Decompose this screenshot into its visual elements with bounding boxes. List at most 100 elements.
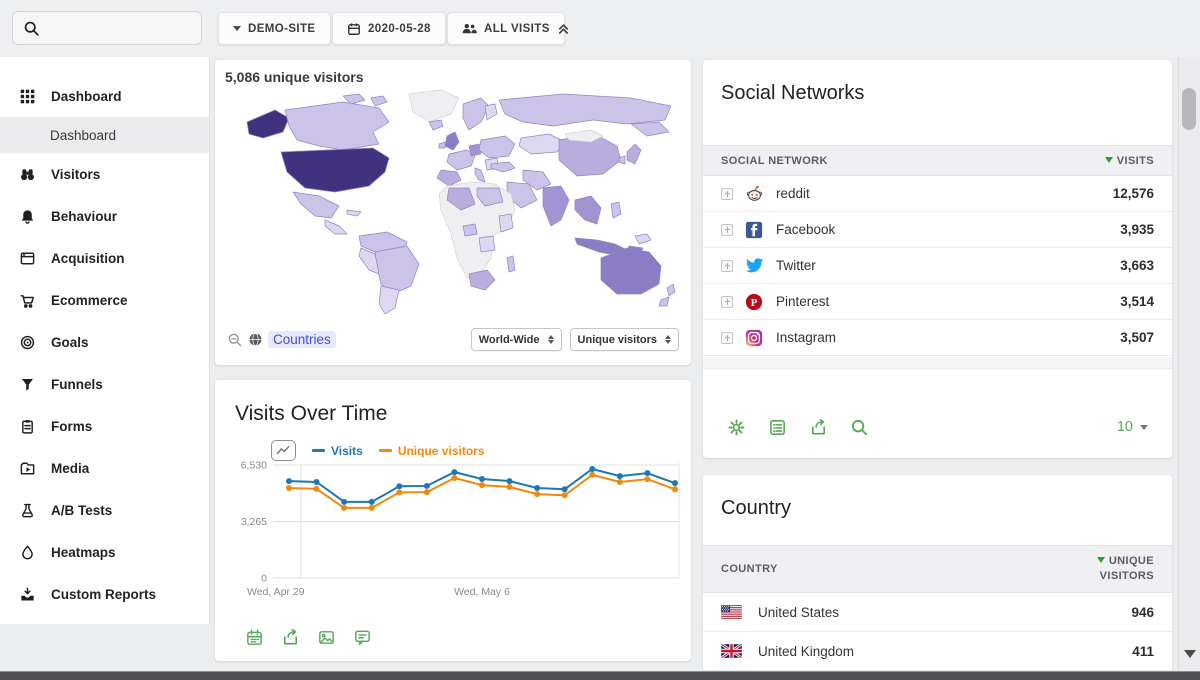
flask-icon: [19, 502, 36, 519]
sidebar-item-funnels[interactable]: Funnels: [0, 363, 209, 405]
svg-text:0: 0: [261, 573, 267, 585]
unique-visitors-value: 411: [1132, 644, 1154, 659]
cart-icon: [19, 292, 36, 309]
image-icon[interactable]: [317, 628, 336, 647]
unique-visitors-value: 946: [1131, 605, 1154, 620]
visits-value: 12,576: [1113, 186, 1154, 201]
sidebar-item-forms[interactable]: Forms: [0, 405, 209, 447]
visits-over-time-widget: Visits Over Time Visits Unique visitors …: [215, 380, 691, 661]
sidebar-item-visitors[interactable]: Visitors: [0, 153, 209, 195]
column-header-social-network[interactable]: SOCIAL NETWORK: [721, 155, 828, 167]
sidebar-item-goals[interactable]: Goals: [0, 321, 209, 363]
users-icon: [462, 22, 477, 35]
annotation-icon[interactable]: [353, 628, 372, 647]
expand-row-icon[interactable]: [721, 188, 733, 200]
expand-row-icon[interactable]: [721, 296, 733, 308]
country-name[interactable]: United Kingdom: [758, 644, 1132, 659]
sidebar-item-label: A/B Tests: [51, 503, 112, 518]
clipboard-icon: [19, 418, 36, 435]
zoom-out-icon[interactable]: [227, 332, 243, 348]
sidebar-item-label: Funnels: [51, 377, 103, 392]
sidebar-item-a-b-tests[interactable]: A/B Tests: [0, 489, 209, 531]
select-arrows-icon: [548, 335, 554, 344]
site-selector-button[interactable]: DEMO-SITE: [218, 12, 331, 45]
region-select[interactable]: World-Wide: [471, 328, 562, 351]
export-icon[interactable]: [809, 418, 828, 437]
visits-value: 3,507: [1120, 330, 1154, 345]
collapse-selectors-button[interactable]: [556, 21, 571, 36]
sidebar-item-custom-reports[interactable]: Custom Reports: [0, 573, 209, 615]
date-range-label: 2020-05-28: [368, 23, 431, 35]
search-icon[interactable]: [850, 418, 869, 437]
sidebar-item-label: Visitors: [51, 167, 100, 182]
country-row: United Kingdom 411: [703, 632, 1172, 671]
legend-entry-visits[interactable]: Visits: [312, 444, 363, 458]
expand-row-icon[interactable]: [721, 224, 733, 236]
sidebar-item-label: Acquisition: [51, 251, 125, 266]
widget-title: Country: [721, 497, 791, 520]
svg-text:6,530: 6,530: [241, 460, 267, 472]
facebook-icon: [745, 220, 764, 239]
column-header-country[interactable]: COUNTRY: [721, 563, 778, 575]
visits-line-chart[interactable]: 6,5303,2650Wed, Apr 29Wed, May 6: [221, 458, 685, 610]
country-row: United States 946: [703, 593, 1172, 632]
reddit-icon: [745, 184, 764, 203]
pinterest-icon: P: [745, 292, 764, 311]
us-flag: [721, 605, 742, 619]
social-network-name[interactable]: Instagram: [776, 330, 1120, 345]
visits-value: 3,514: [1120, 294, 1154, 309]
sidebar-item-heatmaps[interactable]: Heatmaps: [0, 531, 209, 573]
media-icon: [19, 460, 36, 477]
svg-text:P: P: [751, 296, 758, 308]
social-network-row: Instagram 3,507: [703, 320, 1172, 356]
sidebar-item-behaviour[interactable]: Behaviour: [0, 195, 209, 237]
sidebar-item-label: Dashboard: [50, 128, 116, 143]
metric-select[interactable]: Unique visitors: [570, 328, 679, 351]
social-network-name[interactable]: Pinterest: [776, 294, 1120, 309]
sidebar-item-ecommerce[interactable]: Ecommerce: [0, 279, 209, 321]
horizontal-scrollbar[interactable]: [0, 671, 1200, 680]
window-icon: [19, 250, 36, 267]
legend-entry-unique-visitors[interactable]: Unique visitors: [379, 444, 485, 458]
sort-desc-icon: [1097, 557, 1105, 563]
widget-title: Social Networks: [721, 82, 864, 105]
social-network-name[interactable]: Twitter: [776, 258, 1120, 273]
sidebar-item-dashboard[interactable]: Dashboard: [0, 75, 209, 117]
social-network-name[interactable]: Facebook: [776, 222, 1120, 237]
social-network-row: P Pinterest 3,514: [703, 284, 1172, 320]
grid-icon: [19, 88, 36, 105]
countries-link[interactable]: Countries: [268, 331, 336, 348]
twitter-icon: [745, 256, 764, 275]
table-icon[interactable]: [768, 418, 787, 437]
expand-row-icon[interactable]: [721, 260, 733, 272]
gear-icon[interactable]: [727, 418, 746, 437]
world-choropleth-map[interactable]: [223, 88, 683, 314]
sidebar-item-media[interactable]: Media: [0, 447, 209, 489]
calendar-icon[interactable]: [245, 628, 264, 647]
region-select-value: World-Wide: [479, 334, 540, 346]
sidebar-item-label: Forms: [51, 419, 92, 434]
social-network-name[interactable]: reddit: [776, 186, 1113, 201]
column-header-unique-visitors[interactable]: UNIQUE VISITORS: [1078, 554, 1154, 584]
scroll-down-arrow-icon[interactable]: [1184, 650, 1196, 658]
sidebar-item-label: Custom Reports: [51, 587, 156, 602]
date-range-button[interactable]: 2020-05-28: [332, 12, 446, 45]
sidebar-item-dashboard-sub[interactable]: Dashboard: [0, 117, 209, 153]
expand-row-icon[interactable]: [721, 332, 733, 344]
legend-label: Unique visitors: [398, 444, 485, 458]
row-limit-select[interactable]: 10: [1117, 419, 1148, 435]
search-input[interactable]: [12, 11, 202, 45]
country-name[interactable]: United States: [758, 605, 1131, 620]
caret-down-icon: [1140, 425, 1148, 430]
vertical-scrollbar-thumb[interactable]: [1182, 88, 1196, 130]
binoculars-icon: [19, 166, 36, 183]
column-header-visits[interactable]: VISITS: [1105, 155, 1154, 167]
sidebar-item-acquisition[interactable]: Acquisition: [0, 237, 209, 279]
table-footer-toolbar: 10: [703, 396, 1172, 458]
search-icon: [23, 20, 40, 37]
export-icon[interactable]: [281, 628, 300, 647]
segment-selector-button[interactable]: ALL VISITS: [447, 12, 565, 45]
vertical-scrollbar[interactable]: [1178, 57, 1200, 670]
country-widget: Country COUNTRY UNIQUE VISITORS United S…: [703, 475, 1172, 672]
social-network-row: Facebook 3,935: [703, 212, 1172, 248]
